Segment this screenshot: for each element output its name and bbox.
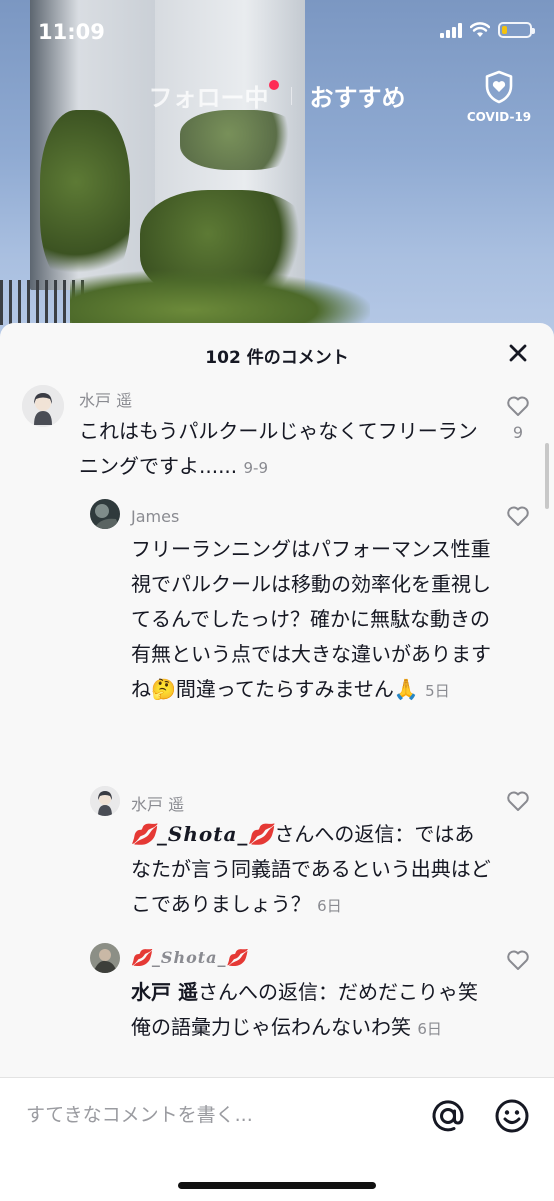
heart-outline-icon[interactable] [506,949,530,971]
comment-date: 5日 [425,682,450,700]
avatar[interactable] [22,385,64,427]
comment-date: 9-9 [243,459,269,477]
comment-date: 6日 [317,897,342,915]
comment-date: 6日 [417,1020,442,1038]
comments-sheet: 102 件のコメント 水戸 遥 これはもうパルクールじゃなくてフリーランニングで… [0,323,554,1200]
avatar[interactable] [90,499,120,529]
tab-following[interactable]: フォロー中 [148,78,279,113]
comment-text: フリーランニングはパフォーマンス性重視でパルクールは移動の効率化を重視してるんで… [131,532,491,709]
comment-text: これはもうパルクールじゃなくてフリーランニングですよ...... 9-9 [79,414,489,486]
comment-text: 水戸 遥さんへの返信：だめだこりゃ笑 俺の語彙力じゃ伝わんないわ笑 6日 [131,975,491,1047]
battery-icon [498,22,535,38]
comment-username[interactable]: 水戸 遥 [131,791,184,815]
close-icon[interactable] [506,341,530,365]
comments-title: 102 件のコメント [205,348,349,368]
cellular-signal-icon [440,22,462,38]
comment-body-line2: 俺の語彙力じゃ伝わんないわ笑 [131,1015,411,1039]
home-indicator[interactable] [178,1182,376,1189]
wifi-icon [470,22,490,37]
heart-outline-icon[interactable] [506,395,530,417]
ivy-foliage [180,110,300,170]
covid-button[interactable]: COVID-19 [466,70,532,124]
comment-body: フリーランニングはパフォーマンス性重視でパルクールは移動の効率化を重視してるんで… [131,537,491,701]
avatar[interactable] [90,943,120,973]
comment-body: これはもうパルクールじゃなくてフリーランニングですよ...... [79,419,478,478]
heart-outline-icon[interactable] [506,790,530,812]
status-icons [440,22,535,38]
reply-to-username[interactable]: 💋_𝑺𝒉𝒐𝒕𝒂_💋 [131,822,274,846]
comment-body: さんへの返信：だめだこりゃ笑 [197,980,478,1004]
at-sign-icon[interactable] [430,1098,466,1134]
smiley-icon[interactable] [494,1098,530,1134]
comment-username[interactable]: 水戸 遥 [79,387,132,411]
comment-input-bar: すてきなコメントを書く... [0,1077,554,1201]
comment-username[interactable]: 💋_𝑺𝒉𝒐𝒕𝒂_💋 [131,948,247,967]
reply-to-username[interactable]: 水戸 遥 [131,980,198,1004]
ivy-foliage [40,110,130,290]
tab-following-label: フォロー中 [148,84,269,112]
notification-dot [268,80,279,90]
status-time: 11:09 [38,20,105,44]
heart-outline-icon[interactable] [506,505,530,527]
avatar[interactable] [90,786,120,816]
comment-username[interactable]: James [131,507,179,526]
comment-text: 💋_𝑺𝒉𝒐𝒕𝒂_💋さんへの返信：ではあなたが言う同義語であるという出典はどこであ… [131,817,491,924]
tab-recommended[interactable]: おすすめ [310,78,406,113]
battery-level [502,26,507,34]
video-background[interactable] [0,0,554,340]
shield-heart-icon [485,70,513,104]
scrollbar[interactable] [545,443,549,509]
covid-label: COVID-19 [466,110,532,124]
like-count: 9 [512,423,524,442]
comment-input[interactable]: すてきなコメントを書く... [26,1100,253,1127]
tab-divider [290,86,292,105]
